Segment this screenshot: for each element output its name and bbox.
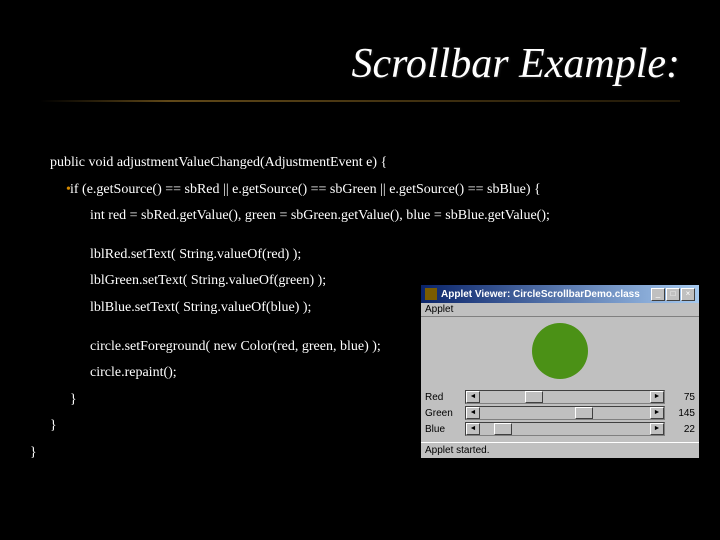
applet-menu[interactable]: Applet <box>421 303 699 317</box>
applet-status: Applet started. <box>421 442 699 458</box>
arrow-left-icon[interactable]: ◄ <box>466 423 480 435</box>
slider-row-green: Green ◄ ► 145 <box>425 406 695 420</box>
minimize-button[interactable]: _ <box>651 288 665 301</box>
color-circle <box>532 323 588 379</box>
slider-track-blue[interactable]: ◄ ► <box>465 422 665 436</box>
maximize-button[interactable]: □ <box>666 288 680 301</box>
applet-icon <box>425 288 437 300</box>
applet-title-text: Applet Viewer: CircleScrollbarDemo.class <box>441 289 651 300</box>
arrow-right-icon[interactable]: ► <box>650 423 664 435</box>
slider-label: Blue <box>425 424 461 435</box>
slider-thumb[interactable] <box>575 407 593 419</box>
code-line: int red = sbRed.getValue(), green = sbGr… <box>30 203 550 230</box>
code-line: lblRed.setText( String.valueOf(red) ); <box>30 242 550 269</box>
code-line: if (e.getSource() == sbRed || e.getSourc… <box>30 177 550 204</box>
slider-value: 22 <box>669 424 695 435</box>
title-underline <box>40 100 680 102</box>
code-line: public void adjustmentValueChanged(Adjus… <box>30 150 550 177</box>
arrow-right-icon[interactable]: ► <box>650 391 664 403</box>
slider-thumb[interactable] <box>494 423 512 435</box>
slider-track-green[interactable]: ◄ ► <box>465 406 665 420</box>
slide-title: Scrollbar Example: <box>351 40 680 88</box>
applet-window: Applet Viewer: CircleScrollbarDemo.class… <box>420 284 700 459</box>
slider-value: 75 <box>669 392 695 403</box>
arrow-left-icon[interactable]: ◄ <box>466 391 480 403</box>
slider-thumb[interactable] <box>525 391 543 403</box>
slider-row-red: Red ◄ ► 75 <box>425 390 695 404</box>
slider-value: 145 <box>669 408 695 419</box>
applet-titlebar: Applet Viewer: CircleScrollbarDemo.class… <box>421 285 699 303</box>
arrow-right-icon[interactable]: ► <box>650 407 664 419</box>
slider-label: Green <box>425 408 461 419</box>
arrow-left-icon[interactable]: ◄ <box>466 407 480 419</box>
close-button[interactable]: × <box>681 288 695 301</box>
applet-body: Red ◄ ► 75 Green ◄ ► 145 Blue ◄ ► <box>421 317 699 442</box>
slider-label: Red <box>425 392 461 403</box>
slider-row-blue: Blue ◄ ► 22 <box>425 422 695 436</box>
slider-track-red[interactable]: ◄ ► <box>465 390 665 404</box>
